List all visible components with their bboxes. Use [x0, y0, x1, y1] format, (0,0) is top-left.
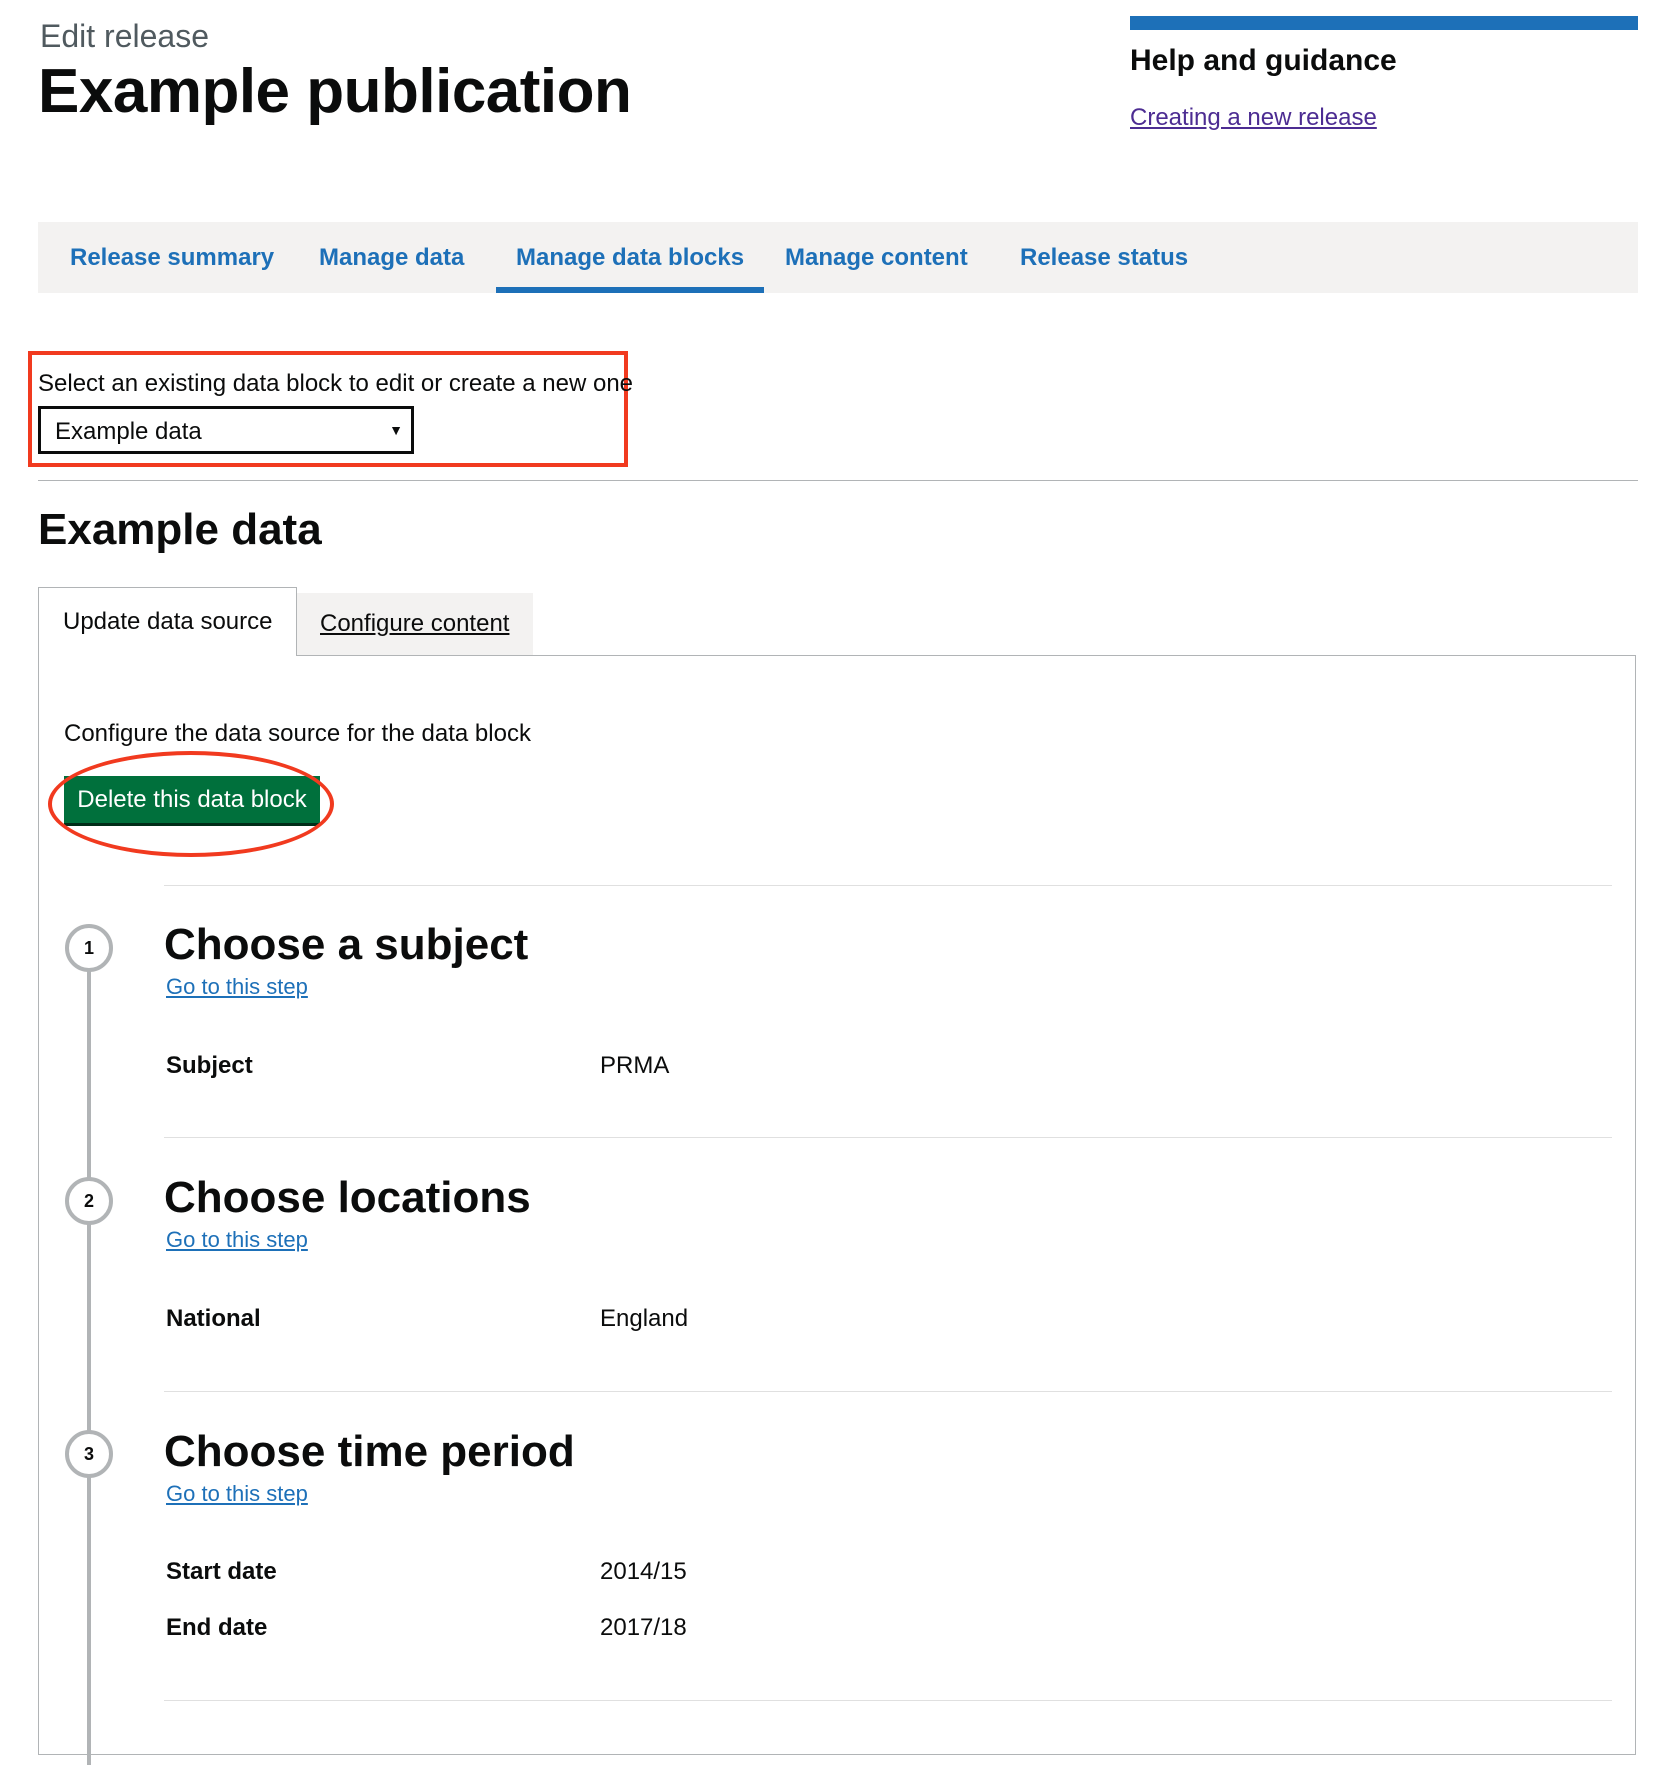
- summary-value-subject: PRMA: [600, 1052, 670, 1079]
- page-caption: Edit release: [40, 18, 209, 54]
- section-divider: [38, 480, 1638, 481]
- step-title-locations: Choose locations: [164, 1173, 531, 1222]
- step-number-3: 3: [65, 1430, 113, 1478]
- data-block-title: Example data: [38, 505, 322, 554]
- creating-release-link[interactable]: Creating a new release: [1130, 104, 1377, 132]
- release-navigation: Release summary Manage data Manage data …: [38, 222, 1638, 293]
- go-to-step-3-link[interactable]: Go to this step: [166, 1481, 308, 1507]
- step-progress-line: [87, 965, 91, 1765]
- summary-key-start-date: Start date: [166, 1558, 277, 1585]
- step-title-subject: Choose a subject: [164, 920, 529, 969]
- data-block-select[interactable]: Example data ▼: [38, 406, 414, 454]
- summary-value-start-date: 2014/15: [600, 1558, 687, 1585]
- tab-manage-content[interactable]: Manage content: [785, 222, 968, 293]
- panel-description: Configure the data source for the data b…: [64, 720, 531, 747]
- data-block-select-label: Select an existing data block to edit or…: [38, 370, 634, 397]
- step-title-time-period: Choose time period: [164, 1427, 575, 1476]
- tab-manage-data[interactable]: Manage data: [319, 222, 464, 293]
- step-separator: [164, 1391, 1612, 1392]
- summary-value-national: England: [600, 1305, 689, 1332]
- tab-configure-content[interactable]: Configure content: [296, 593, 534, 655]
- go-to-step-1-link[interactable]: Go to this step: [166, 974, 308, 1000]
- help-panel: Help and guidance Creating a new release: [1130, 16, 1638, 132]
- summary-key-national: National: [166, 1305, 261, 1332]
- summary-value-end-date: 2017/18: [600, 1614, 687, 1641]
- tab-manage-data-blocks[interactable]: Manage data blocks: [496, 222, 765, 293]
- caret-down-icon: ▼: [389, 422, 403, 438]
- tab-update-data-source[interactable]: Update data source: [38, 587, 298, 656]
- go-to-step-2-link[interactable]: Go to this step: [166, 1227, 308, 1253]
- summary-key-end-date: End date: [166, 1614, 268, 1641]
- summary-key-subject: Subject: [166, 1052, 253, 1079]
- step-separator: [164, 1137, 1612, 1138]
- data-block-select-value: Example data: [55, 418, 202, 445]
- tab-release-summary[interactable]: Release summary: [70, 222, 274, 293]
- step-separator: [164, 885, 1612, 886]
- step-number-1: 1: [65, 924, 113, 972]
- tab-release-status[interactable]: Release status: [1020, 222, 1188, 293]
- help-title: Help and guidance: [1130, 44, 1397, 77]
- delete-data-block-button[interactable]: Delete this data block: [64, 776, 320, 823]
- step-separator: [164, 1700, 1612, 1701]
- step-number-2: 2: [65, 1177, 113, 1225]
- page-title: Example publication: [38, 57, 632, 126]
